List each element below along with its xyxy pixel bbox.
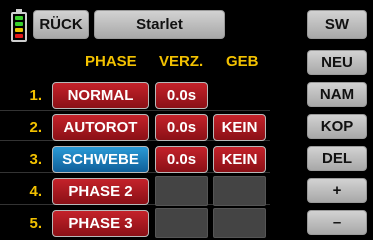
- model-name-display: Starlet: [94, 10, 225, 39]
- plus-button[interactable]: +: [307, 178, 367, 203]
- name-button[interactable]: NAM: [307, 82, 367, 107]
- header-phase: PHASE: [85, 53, 137, 70]
- header-delay: VERZ.: [159, 53, 204, 70]
- row-number: 2.: [29, 119, 42, 136]
- empty-delay-cell: [155, 208, 208, 238]
- phase-button-phase-2[interactable]: PHASE 2: [52, 178, 149, 205]
- battery-icon: [11, 9, 27, 42]
- delay-button[interactable]: 0.0s: [155, 82, 208, 109]
- phase-button-phase-3[interactable]: PHASE 3: [52, 210, 149, 237]
- phase-button-autorot[interactable]: AUTOROT: [52, 114, 149, 141]
- delay-button[interactable]: 0.0s: [155, 114, 208, 141]
- minus-button[interactable]: –: [307, 210, 367, 235]
- row-number: 1.: [29, 87, 42, 104]
- empty-delay-cell: [155, 176, 208, 206]
- row-number: 3.: [29, 151, 42, 168]
- new-button[interactable]: NEU: [307, 50, 367, 75]
- delay-button[interactable]: 0.0s: [155, 146, 208, 173]
- sw-button[interactable]: SW: [307, 10, 367, 39]
- back-button[interactable]: RÜCK: [33, 10, 89, 39]
- empty-switch-cell: [213, 208, 266, 238]
- switch-button[interactable]: KEIN: [213, 114, 266, 141]
- empty-switch-cell: [213, 176, 266, 206]
- phase-button-normal[interactable]: NORMAL: [52, 82, 149, 109]
- switch-button[interactable]: KEIN: [213, 146, 266, 173]
- copy-button[interactable]: KOP: [307, 114, 367, 139]
- delete-button[interactable]: DEL: [307, 146, 367, 171]
- row-number: 5.: [29, 215, 42, 232]
- phase-button-schwebe[interactable]: SCHWEBE: [52, 146, 149, 173]
- row-number: 4.: [29, 183, 42, 200]
- header-switch: GEB: [226, 53, 259, 70]
